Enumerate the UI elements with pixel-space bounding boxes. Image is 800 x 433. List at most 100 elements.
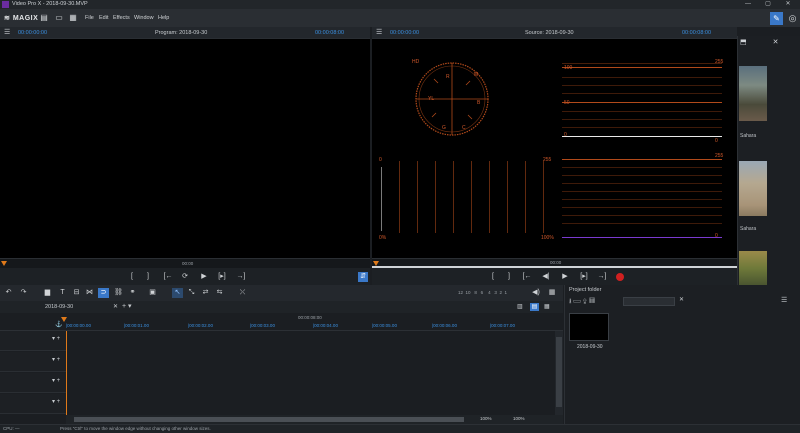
- menu-edit[interactable]: Edit: [99, 15, 108, 21]
- program-next-marker-button[interactable]: [▸]: [216, 272, 228, 282]
- grid-view-icon[interactable]: ▦: [589, 298, 597, 305]
- track-header-3[interactable]: ▾ +: [0, 373, 66, 393]
- project-search-input[interactable]: [623, 297, 675, 306]
- title-text-icon[interactable]: T: [58, 288, 67, 298]
- range-select-icon[interactable]: ⤡: [187, 288, 196, 298]
- close-button[interactable]: ✕: [778, 0, 798, 9]
- open-folder-icon[interactable]: ▭: [55, 13, 63, 23]
- sahara-thumbnail-1[interactable]: [739, 66, 767, 121]
- edit-mode-button[interactable]: ✎: [770, 12, 783, 25]
- program-export-button[interactable]: →]: [235, 272, 247, 282]
- source-timecode-left[interactable]: 00:00:00:00: [390, 30, 419, 36]
- redo-icon[interactable]: ↷: [19, 288, 28, 298]
- list-view-icon[interactable]: ▦: [544, 303, 553, 311]
- timeline-vertical-scrollbar[interactable]: [555, 331, 563, 415]
- timeline-snap-icon[interactable]: ⚓: [55, 321, 62, 328]
- source-timecode-right[interactable]: 00:00:08:00: [682, 30, 711, 36]
- timeline-playhead-marker[interactable]: [61, 317, 67, 322]
- timeline-view-icon[interactable]: ▤: [530, 303, 539, 311]
- volume-icon[interactable]: ◀): [531, 288, 541, 298]
- link-icon[interactable]: ⛓: [114, 288, 123, 298]
- program-fullscreen-button[interactable]: ⇵: [358, 272, 368, 282]
- menu-effects[interactable]: Effects: [113, 15, 130, 21]
- program-ruler[interactable]: 00:00: [0, 258, 370, 268]
- add-timeline-icon[interactable]: + ▾: [122, 302, 132, 310]
- mixer-icon[interactable]: ▦: [547, 288, 557, 298]
- project-media-thumbnail[interactable]: [569, 313, 609, 341]
- save-icon[interactable]: ▦: [69, 13, 77, 23]
- source-step-back-button[interactable]: ◀|: [541, 272, 551, 282]
- ripple-mode-icon[interactable]: ⊃: [98, 288, 109, 298]
- menu-window[interactable]: Window: [134, 15, 154, 21]
- timeline-tab-close-icon[interactable]: ✕: [113, 303, 118, 310]
- maximize-button[interactable]: ▢: [758, 0, 778, 9]
- timeline-tracks[interactable]: [66, 331, 555, 415]
- source-next-marker-button[interactable]: [▸]: [578, 272, 590, 282]
- ruler-label-3: |00:00:03.00: [250, 323, 275, 328]
- program-timecode-right[interactable]: 00:00:08:00: [315, 30, 344, 36]
- vectorscope-g-label: G: [442, 125, 446, 131]
- program-play-button[interactable]: ▶: [199, 272, 209, 282]
- source-play-button[interactable]: ▶: [560, 272, 570, 282]
- snapshot-icon[interactable]: ▣: [148, 288, 157, 298]
- unlink-icon[interactable]: ⚭: [128, 288, 137, 298]
- video-scopes-panel: HD R M YL B G C 100 255 50 0 0 0 255 0%: [372, 39, 737, 258]
- program-timecode-left[interactable]: 00:00:00:00: [18, 30, 47, 36]
- timeline-ruler[interactable]: 00:00:08:00 ⚓ |00:00:00.00 |00:00:01.00 …: [0, 313, 563, 331]
- settings-gear-icon[interactable]: ◎: [786, 12, 799, 25]
- search-clear-icon[interactable]: ✕: [679, 296, 684, 303]
- track-header-4[interactable]: ▾ +: [0, 394, 66, 414]
- sidebar-item-label-1: Sahara: [740, 133, 757, 139]
- waveform-0-left-label: 0: [564, 132, 567, 138]
- track-header-1[interactable]: ▾ +: [0, 331, 66, 351]
- folder-up-icon[interactable]: ⬒: [740, 39, 747, 46]
- ruler-label-5: |00:00:05.00: [372, 323, 397, 328]
- sahara-thumbnail-2[interactable]: [739, 161, 767, 216]
- record-button[interactable]: [616, 273, 624, 281]
- sahara-thumbnail-3[interactable]: [739, 251, 767, 285]
- undo-icon[interactable]: ↶: [4, 288, 13, 298]
- source-ruler[interactable]: 00:00: [372, 258, 737, 268]
- minimize-button[interactable]: —: [738, 0, 758, 9]
- delete-icon[interactable]: ▆: [43, 288, 52, 298]
- trim-icon[interactable]: ⇄: [201, 288, 210, 298]
- storyboard-view-icon[interactable]: ▥: [517, 303, 526, 311]
- program-prev-marker-button[interactable]: [←: [163, 272, 173, 282]
- menu-file[interactable]: File: [85, 15, 94, 21]
- cut-icon[interactable]: ⊟: [72, 288, 81, 298]
- mouse-mode-select-icon[interactable]: ↖: [172, 288, 183, 298]
- timeline-tab[interactable]: 2018-09-30: [45, 304, 73, 310]
- zoom-scale[interactable]: 12 10 8 6 4 3 2 1: [458, 288, 526, 298]
- media-pool-sidebar: ⬒ ✕ Sahara Sahara: [737, 36, 800, 285]
- title-bar: Video Pro X - 2018-09-30.MVP — ▢ ✕: [0, 0, 800, 9]
- vectorscope-r-label: R: [446, 74, 450, 80]
- menu-help[interactable]: Help: [158, 15, 169, 21]
- sidebar-item-label-2: Sahara: [740, 226, 757, 232]
- slip-icon[interactable]: ⇆: [215, 288, 224, 298]
- new-file-icon[interactable]: ▤: [40, 13, 48, 23]
- split-icon[interactable]: ⋈: [85, 288, 94, 298]
- stretch-icon[interactable]: ⤬: [238, 288, 247, 298]
- program-mark-out-button[interactable]: ]: [144, 272, 152, 282]
- close-panel-icon[interactable]: ✕: [773, 39, 779, 46]
- source-mark-in-button[interactable]: [: [489, 272, 497, 282]
- source-prev-marker-button[interactable]: [←: [522, 272, 532, 282]
- program-video-viewer[interactable]: [0, 39, 370, 258]
- source-export-button[interactable]: →]: [596, 272, 608, 282]
- source-menu-icon[interactable]: ☰: [376, 28, 382, 36]
- track-header-2[interactable]: ▾ +: [0, 352, 66, 372]
- zoom-percent-left[interactable]: 100%: [480, 416, 492, 421]
- zoom-percent-right[interactable]: 100%: [513, 416, 525, 421]
- program-menu-icon[interactable]: ☰: [4, 28, 10, 36]
- ruler-label-7: |00:00:07.00: [490, 323, 515, 328]
- program-playhead-marker[interactable]: [1, 261, 7, 266]
- ruler-label-0: |00:00:00.00: [66, 323, 91, 328]
- source-ruler-time: 00:00: [550, 260, 562, 265]
- program-mark-in-button[interactable]: [: [128, 272, 136, 282]
- program-loop-button[interactable]: ⟳: [180, 272, 190, 282]
- project-folder-menu-icon[interactable]: ☰: [781, 296, 787, 304]
- timeline-horizontal-scrollbar[interactable]: [74, 417, 464, 422]
- app-logo-icon: [2, 1, 9, 8]
- vectorscope: [415, 62, 489, 136]
- source-mark-out-button[interactable]: ]: [505, 272, 513, 282]
